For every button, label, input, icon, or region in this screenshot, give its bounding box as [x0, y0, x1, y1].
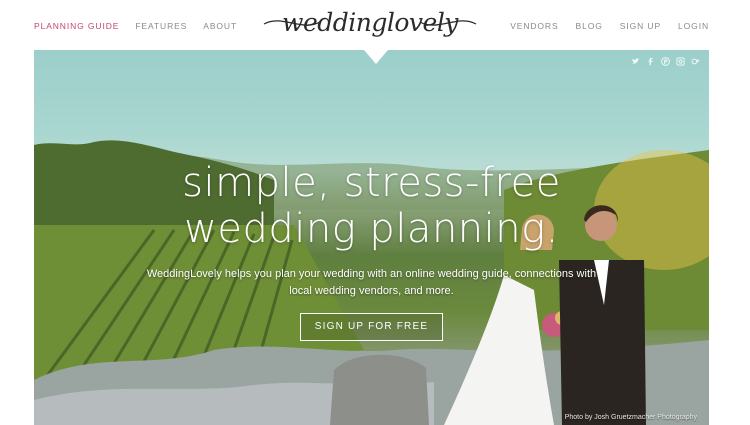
- social-icons: [631, 57, 700, 66]
- nav-features[interactable]: FEATURES: [135, 21, 187, 31]
- photo-credit: Photo by Josh Gruetzmacher Photography: [564, 414, 697, 421]
- logo-text: weddinglovely: [282, 8, 458, 37]
- nav-left: PLANNING GUIDE FEATURES ABOUT: [34, 21, 237, 31]
- nav-right: VENDORS BLOG SIGN UP LOGIN: [510, 21, 709, 31]
- nav-login[interactable]: LOGIN: [678, 21, 709, 31]
- site-logo[interactable]: weddinglovely: [262, 6, 478, 50]
- hero-headline-line2: wedding planning.: [184, 206, 559, 252]
- google-plus-icon[interactable]: [691, 57, 700, 66]
- hero-banner: simple, stress-free wedding planning. We…: [34, 50, 709, 425]
- twitter-icon[interactable]: [631, 57, 640, 66]
- nav-sign-up[interactable]: SIGN UP: [620, 21, 661, 31]
- nav-blog[interactable]: BLOG: [576, 21, 603, 31]
- sign-up-for-free-button[interactable]: SIGN UP FOR FREE: [300, 313, 443, 341]
- instagram-icon[interactable]: [676, 57, 685, 66]
- nav-notch: [364, 50, 388, 64]
- hero-headline: simple, stress-free wedding planning.: [34, 160, 709, 252]
- facebook-icon[interactable]: [646, 57, 655, 66]
- top-nav: PLANNING GUIDE FEATURES ABOUT weddinglov…: [0, 0, 750, 50]
- nav-vendors[interactable]: VENDORS: [510, 21, 558, 31]
- nav-planning-guide[interactable]: PLANNING GUIDE: [34, 21, 119, 31]
- pinterest-icon[interactable]: [661, 57, 670, 66]
- hero-subtext: WeddingLovely helps you plan your weddin…: [146, 268, 597, 297]
- nav-about[interactable]: ABOUT: [203, 21, 237, 31]
- hero-headline-line1: simple, stress-free: [182, 160, 561, 206]
